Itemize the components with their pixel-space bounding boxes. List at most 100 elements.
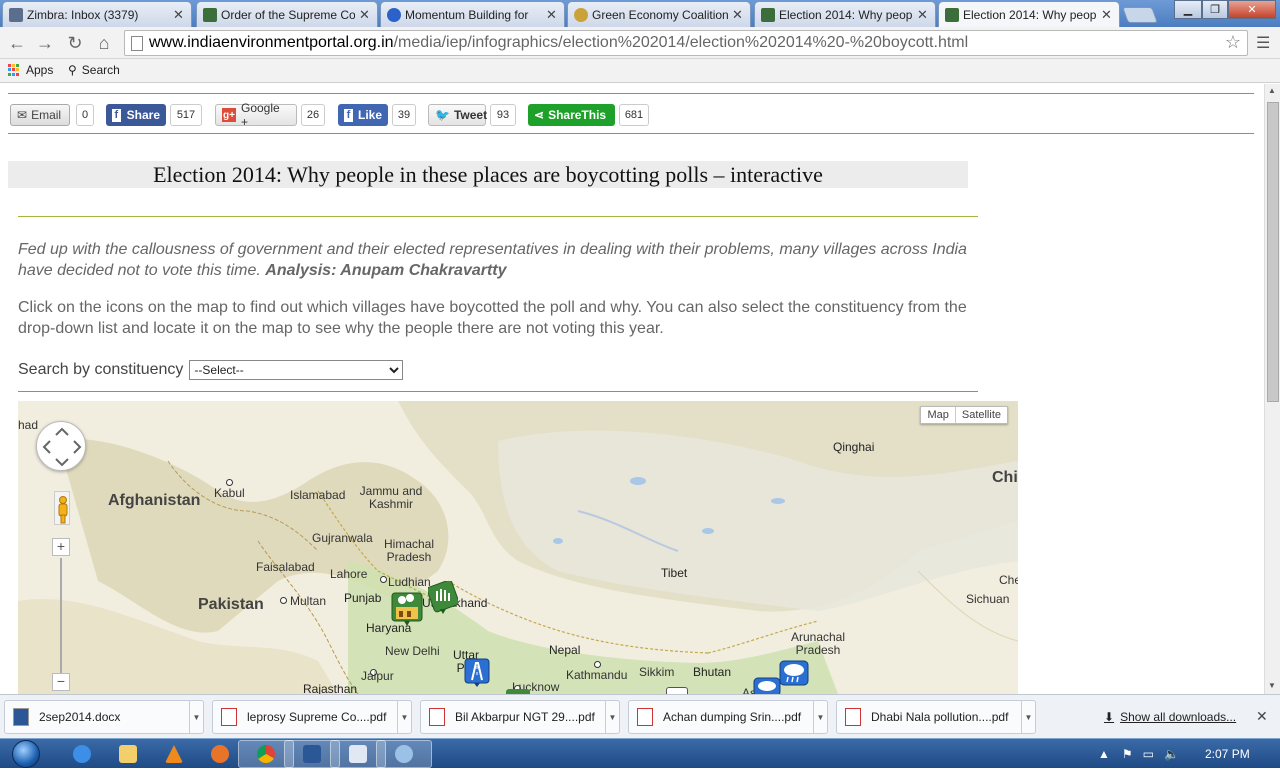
zoom-out-button[interactable]: −	[52, 673, 70, 691]
map-label-arunachal: Arunachal Pradesh	[790, 630, 846, 657]
chevron-down-icon[interactable]: ▼	[189, 701, 203, 733]
sharethis-button[interactable]: ⋖ ShareThis	[528, 104, 615, 126]
address-bar[interactable]: www.indiaenvironmentportal.org.in/media/…	[124, 30, 1248, 56]
chrome-icon	[257, 745, 275, 763]
facebook-like-button[interactable]: f Like	[338, 104, 388, 126]
action-center-flag-icon[interactable]: ⚑	[1122, 747, 1133, 761]
city-dot	[226, 479, 233, 486]
tab-zimbra[interactable]: Zimbra: Inbox (3379) ✕	[2, 1, 192, 27]
map-type-satellite-button[interactable]: Satellite	[954, 407, 1007, 423]
download-filename: Achan dumping Srin....pdf	[663, 710, 802, 724]
close-downloads-icon[interactable]: ✕	[1256, 708, 1268, 725]
bookmark-star-icon[interactable]: ☆	[1225, 32, 1241, 53]
volume-icon[interactable]: 🔈	[1164, 747, 1179, 761]
pdf-file-icon	[429, 708, 445, 726]
city-dot	[280, 597, 287, 604]
tweet-button[interactable]: 🐦 Tweet	[428, 104, 487, 126]
back-icon[interactable]: ←	[6, 33, 28, 54]
home-icon[interactable]: ⌂	[93, 33, 115, 54]
download-item[interactable]: leprosy Supreme Co....pdf ▼	[212, 700, 412, 734]
map-type-map-button[interactable]: Map	[921, 407, 954, 423]
map-label-kathmandu: Kathmandu	[566, 668, 628, 682]
download-item[interactable]: Achan dumping Srin....pdf ▼	[628, 700, 828, 734]
boycott-marker-factory[interactable]	[390, 591, 424, 627]
google-plus-button[interactable]: g+ Google +	[215, 101, 297, 129]
url-host: www.indiaenvironmentportal.org.in	[149, 34, 394, 51]
page-content: ✉ Email 0 f Share 517 g+ Google + 26 f L…	[0, 84, 1264, 694]
close-tab-icon[interactable]: ✕	[732, 7, 744, 23]
scroll-thumb[interactable]	[1267, 102, 1279, 402]
map-label-multan: Multan	[290, 594, 327, 608]
close-tab-icon[interactable]: ✕	[173, 7, 185, 23]
tab-supreme-court[interactable]: Order of the Supreme Co ✕	[196, 1, 378, 27]
facebook-share-button[interactable]: f Share	[106, 104, 166, 126]
tab-momentum[interactable]: Momentum Building for ✕	[380, 1, 565, 27]
constituency-select[interactable]: --Select--	[189, 360, 404, 380]
map-label-punjab: Punjab	[344, 591, 382, 605]
apps-grid-icon	[8, 64, 20, 76]
chevron-down-icon[interactable]: ▼	[1021, 701, 1035, 733]
close-window-button[interactable]: ✕	[1228, 0, 1276, 19]
show-hidden-icons-icon[interactable]: ▲	[1098, 747, 1110, 761]
maximize-button[interactable]: ❐	[1202, 0, 1228, 19]
pegman-figure	[58, 496, 68, 524]
close-tab-icon[interactable]: ✕	[1101, 7, 1113, 23]
scroll-down-icon[interactable]: ▼	[1268, 681, 1276, 690]
page-scrollbar[interactable]: ▲ ▼	[1264, 84, 1280, 694]
rain-cloud-icon	[779, 660, 809, 686]
pdf-file-icon	[221, 708, 237, 726]
menu-icon[interactable]: ☰	[1256, 33, 1270, 53]
facebook-label: Share	[126, 108, 160, 122]
map-label-nepal: Nepal	[549, 643, 581, 657]
close-tab-icon[interactable]: ✕	[546, 7, 558, 23]
street-view-pegman-icon[interactable]	[54, 491, 70, 525]
tab-green-economy[interactable]: Green Economy Coalition ✕	[567, 1, 751, 27]
google-favicon-icon	[387, 7, 401, 22]
windows-orb-icon	[12, 740, 40, 768]
network-tray-icon[interactable]: ▭	[1143, 747, 1154, 761]
bookmark-search[interactable]: ⚲ Search	[68, 63, 120, 77]
zoom-in-button[interactable]: +	[52, 538, 70, 556]
start-button[interactable]	[6, 739, 46, 769]
tab-election-1[interactable]: Election 2014: Why peop ✕	[754, 1, 936, 27]
pan-control[interactable]	[36, 421, 86, 471]
zoom-slider[interactable]	[60, 558, 62, 678]
boycott-marker-partial[interactable]	[666, 687, 688, 694]
chevron-down-icon[interactable]: ▼	[605, 701, 619, 733]
folder-icon	[119, 745, 137, 763]
chevron-down-icon[interactable]: ▼	[397, 701, 411, 733]
bookmark-apps[interactable]: Apps	[8, 63, 53, 77]
scroll-up-icon[interactable]: ▲	[1268, 86, 1276, 95]
iep-favicon-icon	[945, 8, 959, 22]
map-label-lahore: Lahore	[330, 567, 368, 581]
firefox-icon	[211, 745, 229, 763]
download-item[interactable]: Bil Akbarpur NGT 29....pdf ▼	[420, 700, 620, 734]
search-label: Search by constituency	[18, 361, 184, 378]
iep-favicon-icon	[203, 7, 217, 22]
boycott-map[interactable]: Afghanistan Pakistan Tibet Qinghai Chi h…	[18, 401, 1018, 694]
close-tab-icon[interactable]: ✕	[917, 7, 929, 23]
map-label-jammu-kashmir: Jammu and Kashmir	[359, 484, 423, 511]
boycott-marker-rain[interactable]	[752, 676, 782, 694]
tab-label: Election 2014: Why peop	[779, 7, 913, 22]
chevron-down-icon[interactable]: ▼	[813, 701, 827, 733]
reload-icon[interactable]: ↻	[64, 33, 86, 54]
taskbar-network[interactable]	[376, 740, 432, 768]
email-share-button[interactable]: ✉ Email	[10, 104, 70, 126]
boycott-marker-hand[interactable]	[428, 581, 458, 615]
intro-text: Fed up with the callousness of governmen…	[18, 239, 978, 281]
boycott-marker-road[interactable]	[464, 658, 490, 688]
close-tab-icon[interactable]: ✕	[359, 7, 371, 23]
minimize-button[interactable]: ▁	[1174, 0, 1202, 19]
forward-icon[interactable]: →	[34, 33, 56, 54]
iep-favicon-icon	[761, 7, 775, 22]
download-item[interactable]: Dhabi Nala pollution....pdf ▼	[836, 700, 1036, 734]
green-economy-favicon-icon	[574, 7, 588, 22]
boycott-marker-rain[interactable]	[778, 659, 810, 689]
show-all-downloads-link[interactable]: ⬇ Show all downloads...	[1104, 710, 1236, 724]
tab-election-active[interactable]: Election 2014: Why peopl ✕	[938, 1, 1120, 28]
taskbar-clock[interactable]: 2:07 PM	[1205, 747, 1250, 761]
sharethis-count: 681	[619, 104, 649, 126]
new-tab-button[interactable]	[1122, 7, 1158, 23]
download-item[interactable]: 2sep2014.docx ▼	[4, 700, 204, 734]
